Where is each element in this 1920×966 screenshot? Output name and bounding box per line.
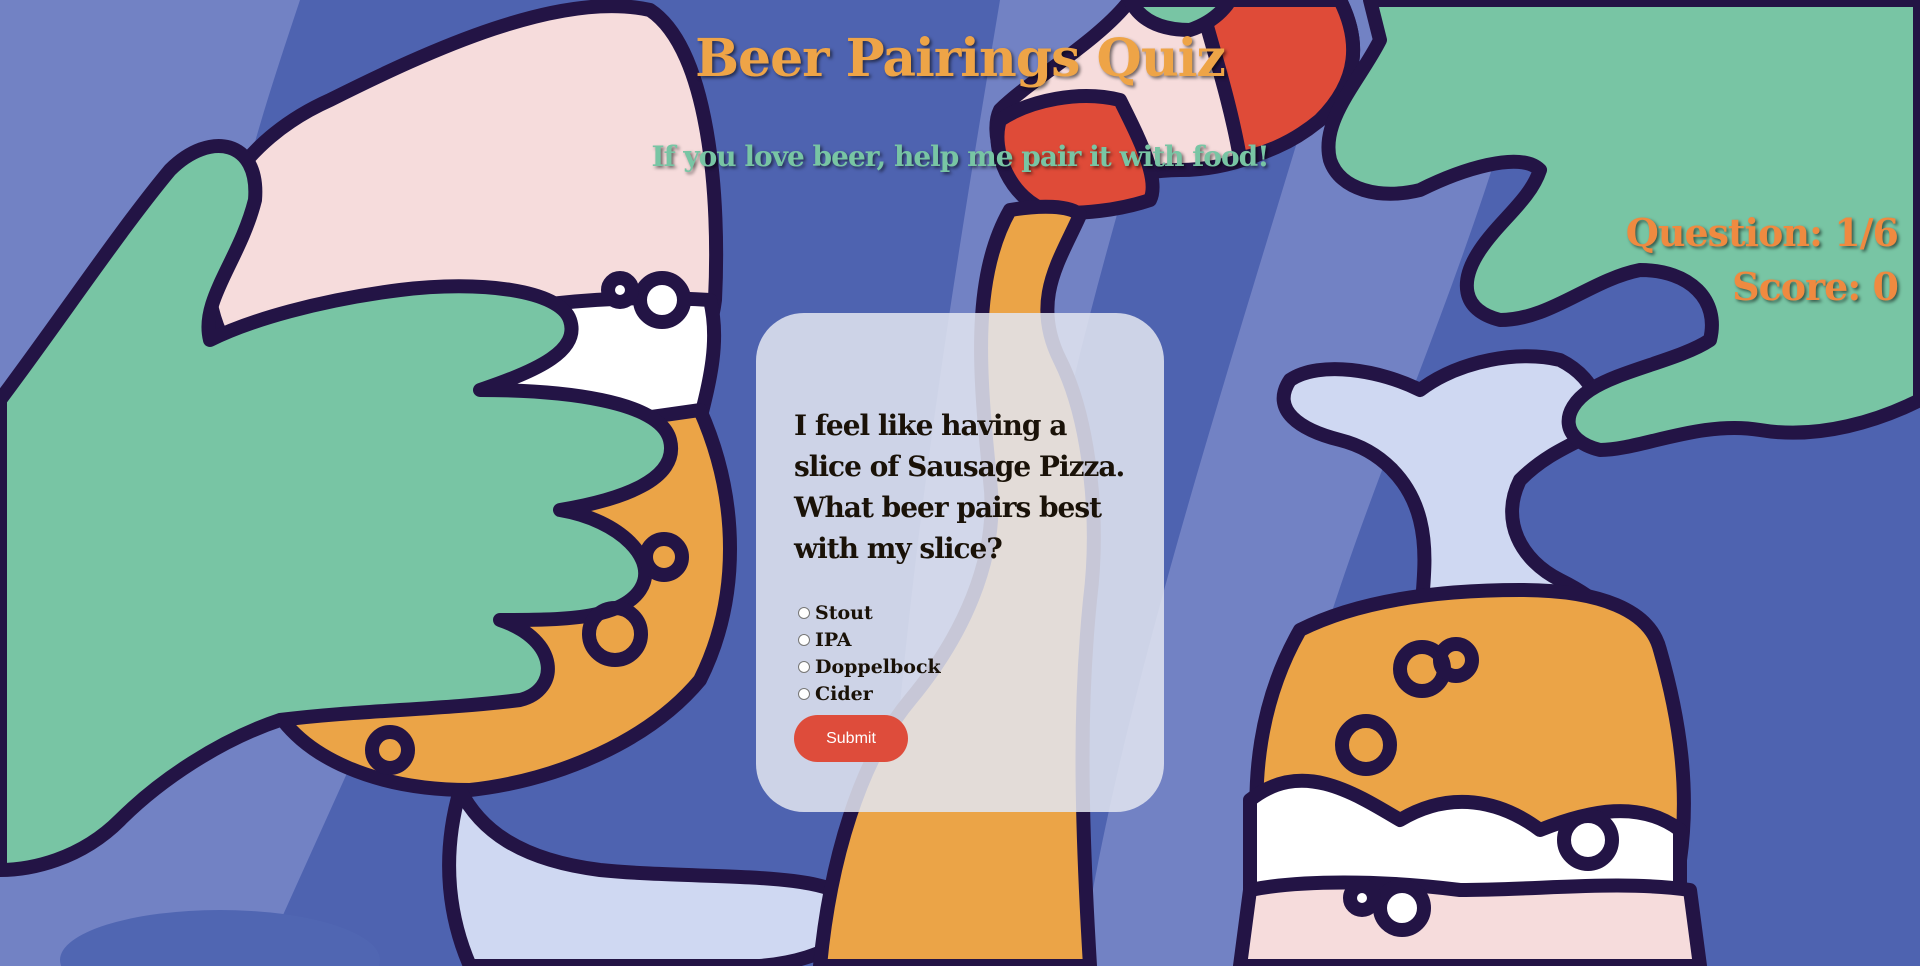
option-doppelbock[interactable]: Doppelbock	[794, 653, 1128, 680]
quiz-card: I feel like having a slice of Sausage Pi…	[756, 313, 1164, 812]
bubble	[1557, 809, 1619, 871]
question-text: I feel like having a slice of Sausage Pi…	[794, 409, 1125, 565]
option-stout[interactable]: Stout	[794, 599, 1128, 626]
bubble	[633, 271, 691, 329]
page-subtitle: If you love beer, help me pair it with f…	[651, 140, 1269, 173]
quiz-stats: Question: 1/6 Score: 0	[1625, 206, 1899, 314]
bubble	[1343, 879, 1381, 917]
option-cider-radio[interactable]	[798, 687, 810, 700]
score-counter: Score: 0	[1732, 264, 1899, 309]
submit-button[interactable]: Submit	[794, 715, 908, 762]
right-glass-base	[1233, 875, 1707, 966]
bubble	[1373, 879, 1431, 937]
option-doppelbock-radio[interactable]	[798, 660, 810, 673]
page-title: Beer Pairings Quiz	[695, 28, 1226, 89]
option-cider[interactable]: Cider	[794, 680, 1128, 707]
option-label: Doppelbock	[815, 655, 941, 678]
option-ipa-radio[interactable]	[798, 633, 810, 646]
bubble	[601, 271, 639, 309]
option-label: Cider	[815, 682, 873, 705]
option-label: IPA	[815, 628, 852, 651]
answer-options: Stout IPA Doppelbock Cider	[794, 599, 1128, 707]
option-label: Stout	[815, 601, 873, 624]
question-counter: Question: 1/6	[1625, 210, 1899, 255]
option-ipa[interactable]: IPA	[794, 626, 1128, 653]
option-stout-radio[interactable]	[798, 606, 810, 619]
left-glass-stem	[442, 783, 863, 966]
